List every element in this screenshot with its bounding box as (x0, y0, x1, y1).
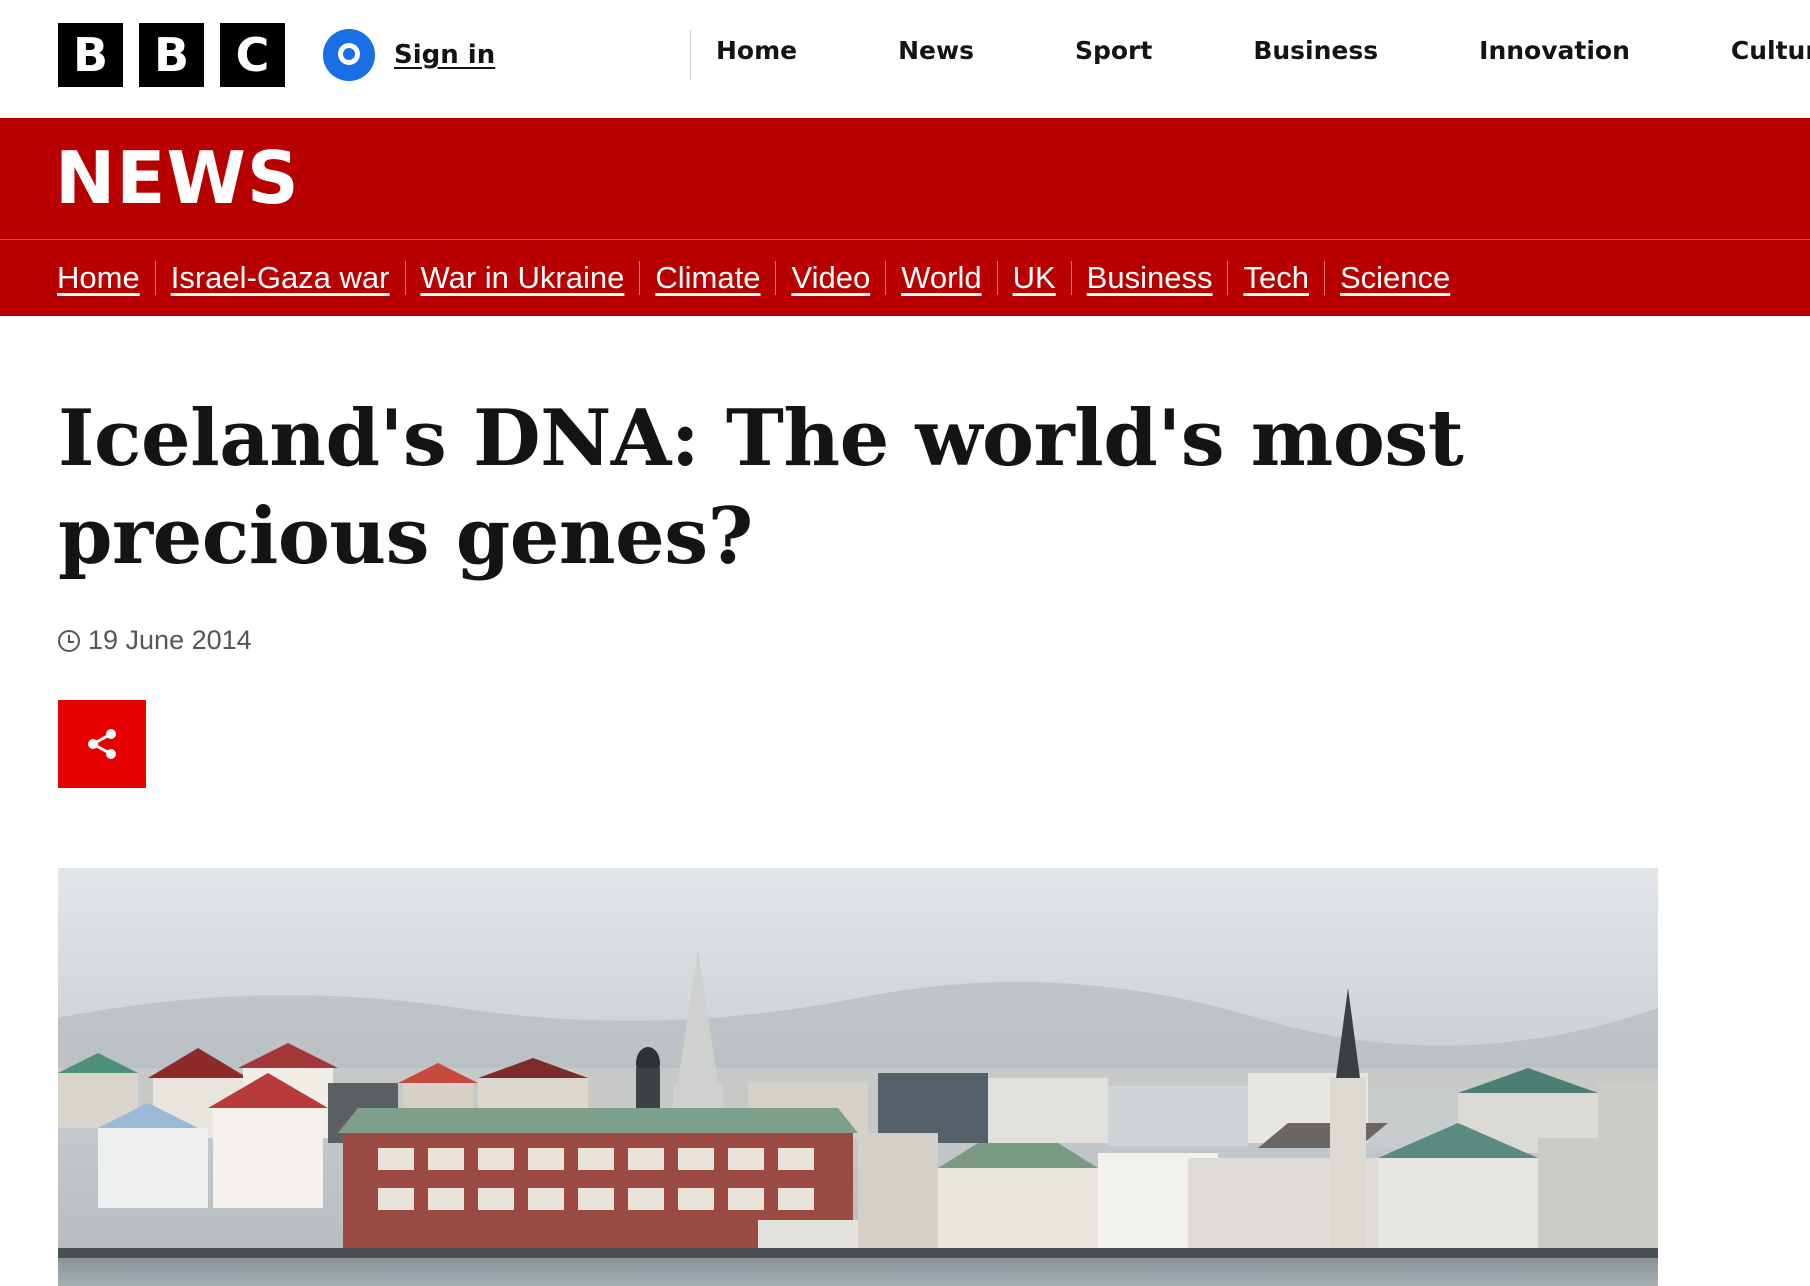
bbc-logo-letter: B (58, 23, 123, 87)
bbc-logo-letter: B (139, 23, 204, 87)
subnav-separator (1323, 261, 1325, 295)
share-icon (88, 729, 116, 759)
topnav-culture[interactable]: Culture (1731, 36, 1810, 65)
topnav-home[interactable]: Home (716, 36, 797, 65)
article-dateline: 19 June 2014 (58, 625, 252, 656)
subnav-item-home[interactable]: Home (57, 260, 140, 296)
article-hero-image (58, 868, 1658, 1286)
subnav-item-science[interactable]: Science (1340, 260, 1450, 296)
subnav-separator (885, 261, 887, 295)
clock-icon (58, 629, 80, 652)
subnav-item-business[interactable]: Business (1087, 260, 1213, 296)
nav-divider (690, 30, 691, 80)
bbc-logo-letter: C (220, 23, 285, 87)
bbc-masthead: B B C Sign in Home News Sport Business I… (0, 0, 1810, 118)
subnav-separator (775, 261, 777, 295)
subnav-separator (1070, 261, 1072, 295)
topnav-innovation[interactable]: Innovation (1479, 36, 1630, 65)
sign-in-label: Sign in (394, 40, 496, 70)
subnav-item-uk[interactable]: UK (1013, 260, 1056, 296)
news-section-nav: Home Israel-Gaza war War in Ukraine Clim… (0, 239, 1810, 316)
subnav-separator (154, 261, 156, 295)
subnav-item-israel-gaza-war[interactable]: Israel-Gaza war (171, 260, 390, 296)
sign-in-link[interactable]: Sign in (323, 29, 495, 81)
subnav-item-climate[interactable]: Climate (655, 260, 760, 296)
top-navigation: Home News Sport Business Innovation Cult… (716, 36, 1810, 65)
share-button[interactable] (58, 700, 146, 788)
bbc-logo[interactable]: B B C (58, 23, 285, 87)
article-headline: Iceland's DNA: The world's most precious… (58, 393, 1464, 582)
subnav-separator (404, 261, 406, 295)
news-banner: NEWS (0, 118, 1810, 239)
topnav-business[interactable]: Business (1253, 36, 1378, 65)
subnav-separator (996, 261, 998, 295)
topnav-sport[interactable]: Sport (1075, 36, 1152, 65)
subnav-item-video[interactable]: Video (791, 260, 870, 296)
user-icon (323, 29, 375, 81)
topnav-news[interactable]: News (898, 36, 974, 65)
news-wordmark[interactable]: NEWS (55, 136, 300, 220)
subnav-separator (639, 261, 641, 295)
subnav-separator (1227, 261, 1229, 295)
subnav-item-war-in-ukraine[interactable]: War in Ukraine (421, 260, 625, 296)
subnav-item-world[interactable]: World (901, 260, 981, 296)
subnav-item-tech[interactable]: Tech (1243, 260, 1308, 296)
article-date: 19 June 2014 (88, 625, 252, 655)
